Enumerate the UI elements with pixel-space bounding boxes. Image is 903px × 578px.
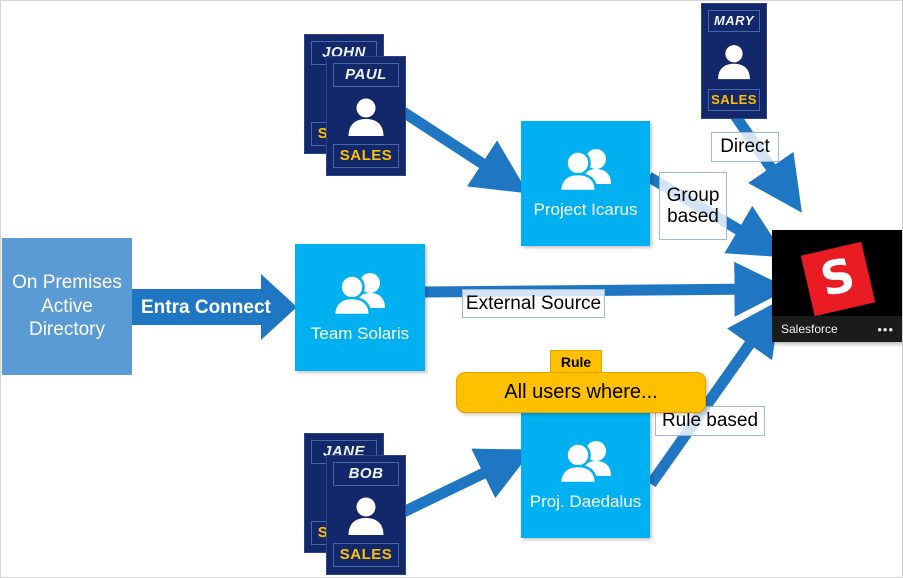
entra-connect-label: Entra Connect (141, 297, 271, 318)
salesforce-app-tile[interactable]: S Salesforce ••• (772, 230, 902, 342)
callout-group-based-line-1: Group (666, 184, 720, 206)
group-tile-team-solaris[interactable]: Team Solaris (295, 244, 425, 371)
badge-name-mary: MARY (708, 10, 760, 32)
on-premises-active-directory-box[interactable]: On Premises Active Directory (2, 238, 132, 375)
callout-direct: Direct (711, 132, 779, 162)
badge-card-paul[interactable]: PAUL SALES (326, 56, 406, 176)
group-tile-proj-daedalus[interactable]: Proj. Daedalus (521, 413, 650, 538)
person-icon (708, 32, 760, 89)
rule-expression-box[interactable]: All users where... (456, 372, 706, 413)
connector-arrows-layer (132, 99, 802, 522)
salesforce-tile-footer: Salesforce ••• (772, 316, 902, 342)
group-tile-project-icarus[interactable]: Project Icarus (521, 121, 650, 246)
on-prem-line-3: Directory (28, 319, 105, 341)
badge-name-paul: PAUL (333, 63, 399, 87)
diagram-canvas: JOHN SALES PAUL SALES MARY SALES (0, 0, 903, 578)
salesforce-app-name: Salesforce (781, 322, 838, 336)
badge-name-bob: BOB (333, 462, 399, 486)
arrow-users-to-daedalus (390, 448, 533, 522)
salesforce-logo-letter: S (814, 247, 860, 308)
salesforce-logo-icon: S (800, 242, 875, 317)
rule-tab-label: Rule (550, 350, 602, 373)
on-prem-line-1: On Premises (12, 271, 122, 293)
group-tile-label-solaris: Team Solaris (310, 324, 410, 344)
group-of-people-icon (555, 146, 617, 199)
group-tile-label-icarus: Project Icarus (533, 200, 638, 220)
badge-card-mary[interactable]: MARY SALES (701, 3, 767, 119)
on-prem-line-2: Active (41, 295, 93, 317)
on-prem-label: On Premises Active Directory (12, 271, 122, 342)
badge-dept-paul: SALES (333, 144, 399, 168)
callout-external-source: External Source (462, 289, 605, 318)
badge-dept-bob: SALES (333, 543, 399, 567)
badge-card-bob[interactable]: BOB SALES (326, 455, 406, 575)
callout-group-based-line-2: based (667, 206, 719, 227)
badge-dept-mary: SALES (708, 89, 760, 111)
callout-group-based: Group based (659, 172, 727, 240)
overflow-menu-icon[interactable]: ••• (877, 323, 894, 336)
group-of-people-icon (555, 438, 617, 491)
arrow-users-to-icarus (387, 99, 529, 194)
group-tile-label-daedalus: Proj. Daedalus (529, 492, 642, 512)
group-of-people-icon (329, 270, 391, 323)
person-icon (333, 87, 399, 144)
person-icon (333, 486, 399, 543)
